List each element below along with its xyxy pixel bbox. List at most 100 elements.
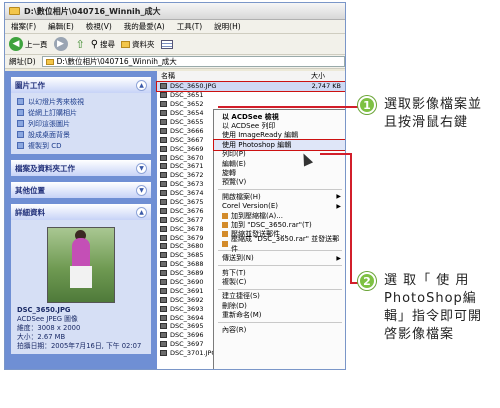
other-places-header[interactable]: 其他位置 ▼ [11,182,151,198]
menu-item-properties[interactable]: 內容(R) [214,325,345,334]
file-name: DSC_3674 [170,189,204,198]
callout-1-number: 1 [358,96,376,114]
folders-button[interactable]: 資料夾 [121,39,155,50]
task-pane: 圖片工作 ▲ 以幻燈片秀來檢視 從網上訂購相片 列印這張圖片 設成桌面背景 複製… [5,71,157,369]
file-row[interactable]: DSC_3651 [157,91,345,100]
chevron-down-icon[interactable]: ▼ [136,184,147,196]
menu-item-photoshop[interactable]: 使用 Photoshop 編輯 [213,139,345,151]
image-file-icon [160,270,167,277]
menu-item-create-shortcut[interactable]: 建立捷徑(S) [214,292,345,301]
menu-item-rename[interactable]: 重新命名(M) [214,310,345,319]
details-header[interactable]: 詳細資料 ▲ [11,204,151,220]
column-name[interactable]: 名稱 [157,71,307,81]
archive-icon [222,212,228,219]
menu-item-cut[interactable]: 剪下(T) [214,268,345,277]
photo-thumbnail [47,227,115,303]
menu-item-acdsee-print[interactable]: 以 ACDSee 列印 [214,121,345,130]
image-file-icon [160,181,167,188]
details-filename: DSC_3650.JPG [17,306,71,314]
menu-item-edit[interactable]: 編輯(E) [214,159,345,168]
views-button[interactable] [160,39,173,49]
file-name: DSC_3655 [170,118,204,126]
task-print[interactable]: 列印這張圖片 [17,118,145,129]
image-file-icon [160,163,167,170]
slideshow-icon [17,98,24,105]
address-folder-icon [45,58,54,65]
menu-item-copy[interactable]: 複製(C) [214,277,345,286]
task-copy-cd[interactable]: 複製到 CD [17,140,145,151]
menu-edit[interactable]: 編輯(E) [48,21,74,32]
column-size[interactable]: 大小 [307,71,325,81]
file-name: DSC_3696 [170,331,204,340]
chevron-up-icon[interactable]: ▲ [136,79,147,91]
menu-item-delete[interactable]: 刪除(D) [214,301,345,310]
image-file-icon [160,154,167,161]
file-row[interactable]: DSC_3650.JPG 2,747 KB [156,81,345,92]
image-file-icon [160,341,167,348]
menu-view[interactable]: 檢視(V) [86,21,112,32]
file-tasks-header[interactable]: 檔案及資料夾工作 ▼ [11,160,151,176]
menu-file[interactable]: 檔案(F) [11,21,36,32]
image-file-icon [160,234,167,241]
menu-item-imageready[interactable]: 使用 ImageReady 編輯 [214,131,345,140]
file-name: DSC_3680 [170,242,204,251]
menu-item-add-archive[interactable]: 加到壓縮檔(A)... [214,211,345,220]
file-name: DSC_3652 [170,100,204,109]
back-button[interactable]: ◀ 上一頁 [9,37,48,51]
task-set-desktop[interactable]: 設成桌面背景 [17,129,145,140]
chevron-up-icon[interactable]: ▲ [136,206,147,218]
title-bar: D:\數位相片\040716_Winnih_成大 [5,3,345,20]
file-name: DSC_3678 [170,224,204,233]
menu-item-add-rar[interactable]: 加到 "DSC_3650.rar"(T) [214,220,345,229]
details-body: DSC_3650.JPG ACDSee JPEG 圖像 維度：3008 x 20… [11,220,151,354]
desktop-icon [17,131,24,138]
callout-1-line [218,106,358,108]
picture-tasks-list: 以幻燈片秀來檢視 從網上訂購相片 列印這張圖片 設成桌面背景 複製到 CD [11,93,151,154]
menu-item-open-with[interactable]: 開啟檔案(H) ▶ [214,192,345,201]
menu-favorites[interactable]: 我的最愛(A) [124,21,165,32]
picture-tasks-panel: 圖片工作 ▲ 以幻燈片秀來檢視 從網上訂購相片 列印這張圖片 設成桌面背景 複製… [11,77,151,154]
file-name: DSC_3675 [170,198,204,207]
chevron-down-icon[interactable]: ▼ [136,162,147,174]
file-name: DSC_3672 [170,171,204,180]
address-input[interactable]: D:\數位相片\040716_Winnih_成大 [41,56,345,67]
views-icon [160,39,173,49]
menu-tools[interactable]: 工具(T) [177,21,202,32]
search-button[interactable]: ⚲ 搜尋 [91,39,115,50]
folders-icon [121,40,131,48]
task-order-prints[interactable]: 從網上訂購相片 [17,107,145,118]
picture-tasks-header[interactable]: 圖片工作 ▲ [11,77,151,93]
file-name: DSC_3654 [170,109,204,118]
cd-icon [17,142,24,149]
image-file-icon [160,243,167,250]
file-name: DSC_3685 [170,251,204,260]
forward-button[interactable]: ▶ [53,37,70,51]
menu-separator [218,264,342,266]
context-menu: 以 ACDSee 檢視 以 ACDSee 列印 使用 ImageReady 編輯… [213,109,345,369]
archive-icon [222,231,228,238]
menu-item-send-to[interactable]: 傳送到(N) ▶ [214,253,345,262]
menu-item-compress-rar-email[interactable]: 壓縮成 "DSC_3650.rar" 並發送郵件 [214,235,345,253]
file-name: DSC_3671 [170,162,204,171]
up-folder-button[interactable]: ⇧ [76,38,85,51]
menu-item-corel-version[interactable]: Corel Version(E) ▶ [214,202,345,211]
task-slideshow[interactable]: 以幻燈片秀來檢視 [17,96,145,107]
image-file-icon [160,323,167,330]
image-file-icon [160,199,167,206]
callout-2-line-v [350,153,352,283]
image-file-icon [160,119,167,125]
menu-item-preview[interactable]: 預覽(V) [214,178,345,187]
callout-2-text: 選 取「 使 用 PhotoShop編 輯」指令即可開 啓影像檔案 [384,273,483,342]
menu-bar: 檔案(F) 編輯(E) 檢視(V) 我的最愛(A) 工具(T) 說明(H) [5,20,345,34]
details-panel: 詳細資料 ▲ DSC_3650.JPG ACDSee JPEG 圖像 維度：30… [11,204,151,354]
image-file-icon [160,207,167,214]
image-file-icon [160,332,167,339]
file-name: DSC_3667 [170,135,204,144]
file-name: DSC_3694 [170,313,204,322]
details-date: 拍攝日期：2005年7月16日, 下午 02:07 [17,342,142,350]
image-file-icon [160,136,167,143]
menu-item-acdsee-view[interactable]: 以 ACDSee 檢視 [214,112,345,121]
callout-2-number: 2 [358,272,376,290]
menu-help[interactable]: 說明(H) [214,21,241,32]
menu-item-rotate[interactable]: 旋轉 [214,168,345,177]
